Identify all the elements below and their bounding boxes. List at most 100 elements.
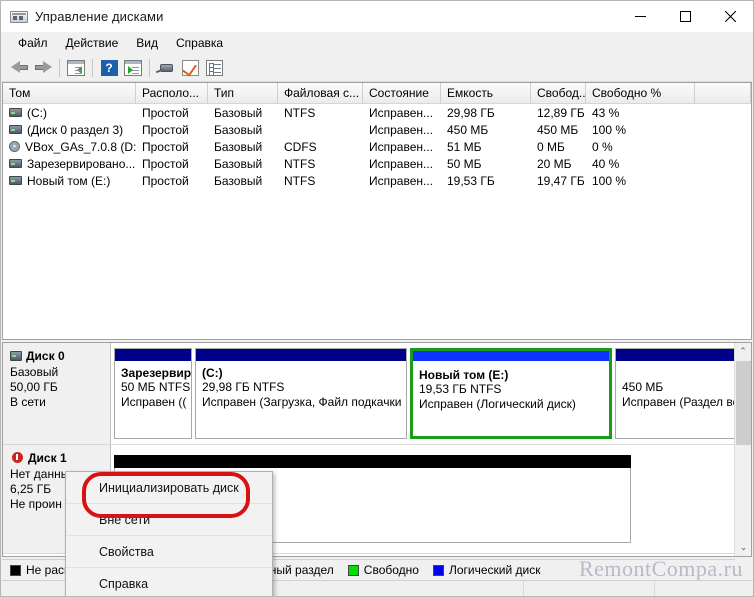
disk-info-panel[interactable]: Диск 0 Базовый 50,00 ГБ В сети bbox=[3, 343, 111, 444]
cell-capacity: 450 МБ bbox=[447, 122, 489, 137]
disk-type: Базовый bbox=[10, 365, 59, 379]
partition-cap bbox=[616, 349, 739, 361]
status-segment bbox=[524, 581, 655, 596]
context-menu-item-1[interactable]: Вне сети bbox=[66, 504, 272, 536]
show-action-pane-button[interactable] bbox=[121, 57, 145, 79]
partition-line-3: Исправен (Логический диск) bbox=[419, 397, 576, 411]
partition-line-3: Исправен (Раздел во bbox=[622, 395, 740, 409]
disk-partitions: Зарезервир 50 МБ NTFS Исправен (((C:) 29,98… bbox=[111, 343, 751, 444]
volume-name: (Диск 0 раздел 3) bbox=[27, 122, 124, 137]
table-row[interactable]: VBox_GAs_7.0.8 (D:) Простой Базовый CDFS Исп… bbox=[3, 138, 751, 155]
menu-view[interactable]: Вид bbox=[127, 33, 167, 53]
cell-layout: Простой bbox=[142, 122, 189, 137]
cell-type: Базовый bbox=[214, 122, 263, 137]
disk-title: Диск 0 bbox=[10, 349, 110, 363]
table-row[interactable]: (C:) Простой Базовый NTFS Исправен... 29,98 Г… bbox=[3, 104, 751, 121]
disk-management-icon bbox=[10, 9, 28, 25]
cell-capacity: 29,98 ГБ bbox=[447, 105, 495, 120]
cell-free: 19,47 ГБ bbox=[537, 173, 585, 188]
cell-capacity: 51 МБ bbox=[447, 139, 482, 154]
volume-column-header-1[interactable]: Располо... bbox=[136, 83, 208, 103]
disk-name: Диск 0 bbox=[26, 349, 65, 363]
window-controls bbox=[618, 1, 753, 32]
disk-state: В сети bbox=[10, 395, 46, 409]
partition-0[interactable]: Зарезервир 50 МБ NTFS Исправен (( bbox=[114, 348, 192, 439]
partition-cap bbox=[114, 455, 631, 468]
rescan-disks-button[interactable] bbox=[154, 57, 178, 79]
menu-bar: Файл Действие Вид Справка bbox=[1, 32, 753, 54]
cell-type: Базовый bbox=[214, 105, 263, 120]
menu-action[interactable]: Действие bbox=[57, 33, 128, 53]
partition-line-2: 450 МБ bbox=[622, 380, 664, 394]
partition-line-2: 29,98 ГБ NTFS bbox=[202, 380, 285, 394]
table-row[interactable]: Новый том (E:) Простой Базовый NTFS Исправен… bbox=[3, 172, 751, 189]
volume-icon bbox=[9, 125, 22, 134]
help-icon: ? bbox=[100, 59, 118, 76]
back-button[interactable] bbox=[7, 57, 31, 79]
partition-line-3: Исправен (Загрузка, Файл подкачки bbox=[202, 395, 402, 409]
cell-free: 20 МБ bbox=[537, 156, 572, 171]
table-row[interactable]: Зарезервировано... Простой Базовый NTFS Испр… bbox=[3, 155, 751, 172]
minimize-button[interactable] bbox=[618, 1, 663, 32]
cell-volume: Новый том (E:) bbox=[3, 174, 136, 188]
disk-icon bbox=[10, 351, 22, 361]
show-hide-console-tree-icon bbox=[67, 59, 85, 76]
properties-button[interactable] bbox=[178, 57, 202, 79]
close-button[interactable] bbox=[708, 1, 753, 32]
properties-icon bbox=[181, 59, 199, 76]
volume-column-header-0[interactable]: Том bbox=[3, 83, 136, 103]
volume-name: VBox_GAs_7.0.8 (D:) bbox=[25, 139, 136, 154]
table-row[interactable]: (Диск 0 раздел 3) Простой Базовый Исправен.… bbox=[3, 121, 751, 138]
cd-icon bbox=[9, 141, 20, 152]
cell-fs: CDFS bbox=[284, 139, 317, 154]
volume-name: Зарезервировано... bbox=[27, 156, 136, 171]
volume-column-header-6[interactable]: Свобод... bbox=[531, 83, 586, 103]
scroll-down-button[interactable]: ⌄ bbox=[735, 539, 751, 556]
cell-free_pct: 100 % bbox=[592, 122, 627, 137]
cell-status: Исправен... bbox=[369, 122, 434, 137]
context-menu-item-2[interactable]: Свойства bbox=[66, 536, 272, 568]
partition-cap bbox=[115, 349, 191, 361]
volume-column-header-2[interactable]: Тип bbox=[208, 83, 278, 103]
volume-name: (C:) bbox=[27, 105, 47, 120]
show-hide-console-tree-button[interactable] bbox=[64, 57, 88, 79]
disk-context-menu: Инициализировать диск Вне сети Свойства Спр… bbox=[65, 471, 273, 596]
legend-item-free: Свободно bbox=[347, 563, 419, 577]
volume-column-header-4[interactable]: Состояние bbox=[363, 83, 441, 103]
forward-icon bbox=[34, 61, 52, 74]
disk-management-window: Управление дисками Файл Действие Вид Спр… bbox=[0, 0, 754, 597]
partition-title bbox=[622, 366, 733, 380]
disk-pane-scrollbar[interactable]: ⌃ ⌄ bbox=[734, 343, 751, 556]
cell-layout: Простой bbox=[142, 173, 189, 188]
context-menu-item-3[interactable]: Справка bbox=[66, 568, 272, 596]
help-button[interactable]: ? bbox=[97, 57, 121, 79]
cell-fs: NTFS bbox=[284, 105, 316, 120]
cell-volume: (Диск 0 раздел 3) bbox=[3, 123, 136, 137]
cell-status: Исправен... bbox=[369, 105, 434, 120]
task-list-button[interactable] bbox=[202, 57, 226, 79]
partition-3[interactable]: 450 МБ Исправен (Раздел во bbox=[615, 348, 740, 439]
cell-volume: Зарезервировано... bbox=[3, 157, 136, 171]
legend-label-unallocated: Не расп bbox=[26, 563, 71, 577]
volume-column-header-3[interactable]: Файловая с... bbox=[278, 83, 363, 103]
cell-type: Базовый bbox=[214, 139, 263, 154]
context-menu-item-0[interactable]: Инициализировать диск bbox=[66, 472, 272, 504]
volume-column-header-8[interactable] bbox=[695, 83, 751, 103]
watermark: RemontCompa.ru bbox=[578, 556, 743, 581]
disk-name: Диск 1 bbox=[28, 451, 67, 465]
disk-row-0: Диск 0 Базовый 50,00 ГБ В сети Зарезервир 50 … bbox=[3, 343, 751, 445]
maximize-button[interactable] bbox=[663, 1, 708, 32]
forward-button[interactable] bbox=[31, 57, 55, 79]
scroll-up-button[interactable]: ⌃ bbox=[735, 343, 751, 360]
menu-file[interactable]: Файл bbox=[9, 33, 57, 53]
volume-column-header-5[interactable]: Емкость bbox=[441, 83, 531, 103]
volume-column-header-7[interactable]: Свободно % bbox=[586, 83, 695, 103]
scrollbar-thumb[interactable] bbox=[736, 361, 751, 445]
menu-help[interactable]: Справка bbox=[167, 33, 232, 53]
show-action-pane-icon bbox=[124, 59, 142, 76]
partition-title: (C:) bbox=[202, 366, 223, 380]
volume-list: Том Располо... Тип Файловая с... Состояние Ем… bbox=[2, 82, 752, 340]
cell-status: Исправен... bbox=[369, 173, 434, 188]
partition-2[interactable]: Новый том (E:) 19,53 ГБ NTFS Исправен (Лог… bbox=[410, 348, 612, 439]
partition-1[interactable]: (C:) 29,98 ГБ NTFS Исправен (Загрузка, Фай… bbox=[195, 348, 407, 439]
